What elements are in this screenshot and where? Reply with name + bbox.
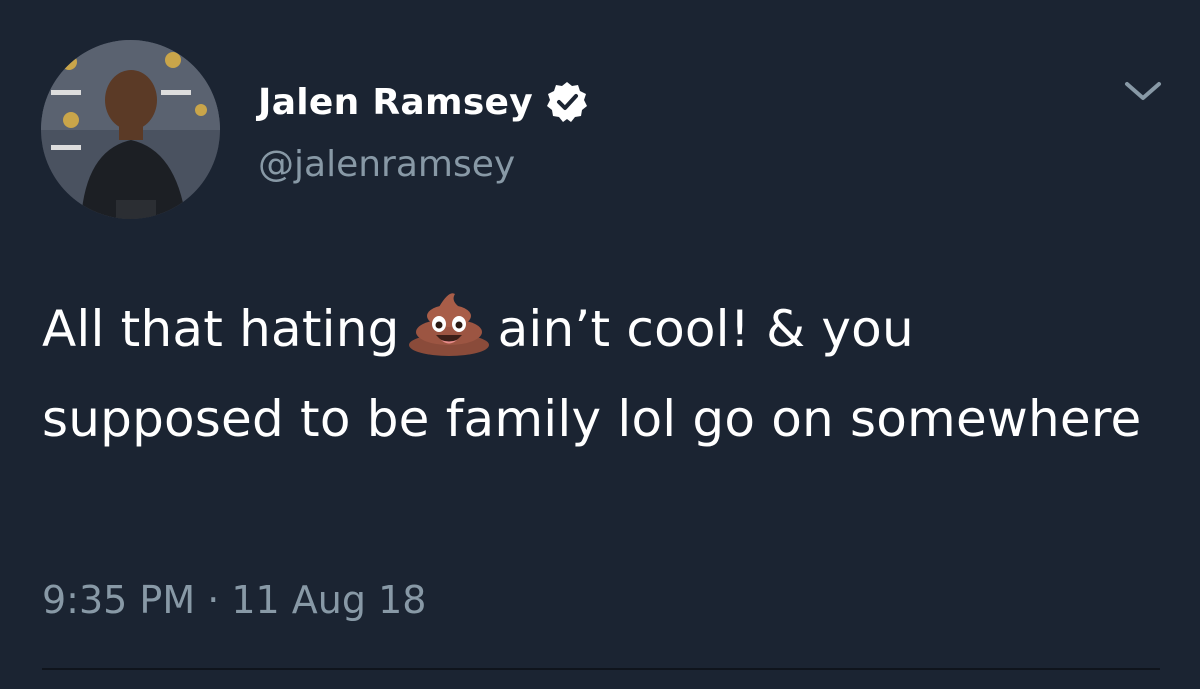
display-name[interactable]: Jalen Ramsey	[258, 82, 533, 123]
divider	[42, 668, 1160, 670]
tweet-text: All that hating ain’t cool! & you suppos…	[42, 284, 1152, 464]
verified-badge-icon	[545, 80, 589, 124]
avatar[interactable]	[41, 40, 220, 219]
tweet-timestamp[interactable]: 9:35 PM · 11 Aug 18	[42, 578, 426, 622]
user-handle[interactable]: @jalenramsey	[258, 144, 515, 185]
chevron-down-icon[interactable]	[1122, 74, 1164, 106]
author-name-row[interactable]: Jalen Ramsey	[258, 76, 589, 128]
tweet-card: Jalen Ramsey @jalenramsey All that hatin…	[0, 0, 1200, 689]
tweet-text-before-emoji: All that hating	[42, 300, 400, 358]
pile-of-poo-emoji	[406, 290, 492, 356]
profile-photo	[41, 40, 220, 219]
